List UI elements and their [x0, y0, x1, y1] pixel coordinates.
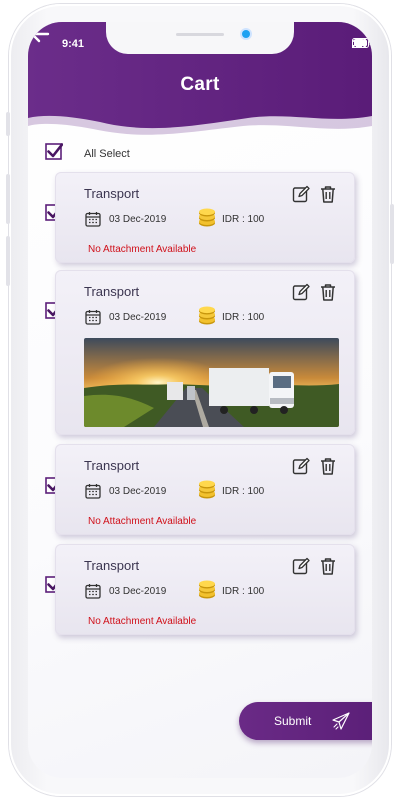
- select-all-label: All Select: [84, 148, 130, 160]
- phone-power-button: [390, 204, 394, 264]
- status-time: 9:41: [62, 38, 85, 50]
- cart-item-amount: IDR : 100: [222, 312, 265, 323]
- submit-label: Submit: [274, 714, 312, 728]
- app-header: 9:41 Cart: [28, 22, 372, 138]
- cart-item-amount: IDR : 100: [222, 214, 265, 225]
- calendar-icon: [85, 212, 101, 227]
- cart-item-date: 03 Dec-2019: [109, 312, 167, 323]
- cart-item-date: 03 Dec-2019: [109, 486, 167, 497]
- notch-speaker: [176, 33, 224, 36]
- cart-item-amount: IDR : 100: [222, 486, 265, 497]
- select-all-checkbox[interactable]: [45, 143, 63, 161]
- cart-item-date: 03 Dec-2019: [109, 214, 167, 225]
- cart-item-date: 03 Dec-2019: [109, 586, 167, 597]
- paper-plane-icon: [332, 712, 350, 730]
- submit-button[interactable]: Submit: [239, 702, 372, 740]
- page-title: Cart: [180, 74, 220, 95]
- calendar-icon: [85, 310, 101, 325]
- phone-notch: [106, 22, 294, 54]
- trash-icon[interactable]: [319, 557, 337, 575]
- cart-item-title: Transport: [84, 558, 140, 573]
- cart-item-title: Transport: [84, 186, 140, 201]
- edit-icon[interactable]: [292, 457, 310, 475]
- cart-item-card[interactable]: Transport 03 Dec-2019 IDR : 100 No Attac…: [55, 544, 355, 635]
- coin-stack-icon: [199, 480, 215, 499]
- cart-item-title: Transport: [84, 284, 140, 299]
- app-screen: 9:41 Cart All Select Transport 03 Dec-20…: [28, 22, 372, 778]
- phone-volume-down-button: [6, 236, 10, 286]
- no-attachment-text: No Attachment Available: [88, 516, 197, 527]
- edit-icon[interactable]: [292, 283, 310, 301]
- battery-icon: [352, 38, 372, 48]
- coin-stack-icon: [199, 208, 215, 227]
- cart-item-card[interactable]: Transport 03 Dec-2019 IDR : 100 No Attac…: [55, 444, 355, 535]
- coin-stack-icon: [199, 306, 215, 325]
- back-arrow-icon[interactable]: [28, 22, 52, 46]
- attachment-image[interactable]: [84, 338, 339, 427]
- edit-icon[interactable]: [292, 185, 310, 203]
- truck-photo: [84, 338, 339, 427]
- coin-stack-icon: [199, 580, 215, 599]
- cart-item-card[interactable]: Transport 03 Dec-2019 IDR : 100 No Attac…: [55, 172, 355, 263]
- trash-icon[interactable]: [319, 283, 337, 301]
- phone-side-button: [6, 112, 10, 136]
- calendar-icon: [85, 584, 101, 599]
- front-camera: [242, 30, 250, 38]
- calendar-icon: [85, 484, 101, 499]
- edit-icon[interactable]: [292, 557, 310, 575]
- trash-icon[interactable]: [319, 457, 337, 475]
- no-attachment-text: No Attachment Available: [88, 616, 197, 627]
- cart-item-card[interactable]: Transport 03 Dec-2019 IDR : 100: [55, 270, 355, 435]
- cart-item-title: Transport: [84, 458, 140, 473]
- no-attachment-text: No Attachment Available: [88, 244, 197, 255]
- trash-icon[interactable]: [319, 185, 337, 203]
- phone-volume-up-button: [6, 174, 10, 224]
- cart-item-amount: IDR : 100: [222, 586, 265, 597]
